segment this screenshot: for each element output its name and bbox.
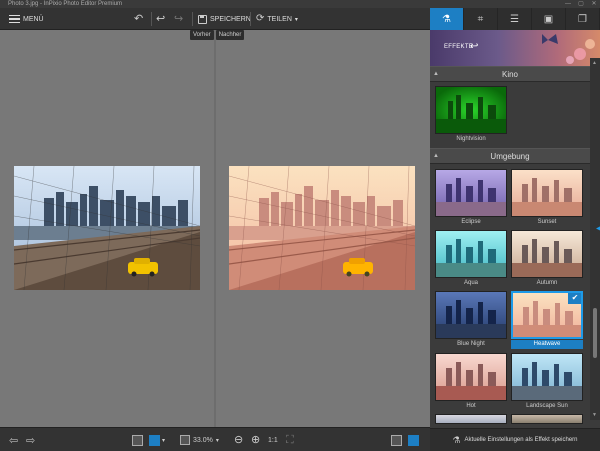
- zoom-in-button[interactable]: ⊕: [251, 428, 260, 451]
- section-kino[interactable]: ▲ Kino: [430, 66, 590, 82]
- minimize-button[interactable]: —: [564, 0, 572, 8]
- share-label: TEILEN: [267, 15, 292, 23]
- tab-adjust[interactable]: ☰: [498, 8, 532, 30]
- canvas-area[interactable]: Vorher Nachher: [0, 30, 430, 427]
- redo-icon: ↪: [174, 12, 184, 25]
- collapse-caret-icon: ▲: [433, 153, 439, 159]
- butterfly-icon: [542, 34, 595, 64]
- arrow-right-icon: ⇨: [26, 434, 36, 447]
- single-view-icon: [132, 434, 143, 446]
- effects-label: EFFEKTE: [444, 44, 474, 50]
- zoom-out-button[interactable]: ⊖: [234, 428, 243, 451]
- tab-effects[interactable]: ⚗: [430, 8, 464, 30]
- save-button[interactable]: SPEICHERN: [198, 8, 251, 30]
- collapse-caret-icon: ▲: [433, 71, 439, 77]
- bottom-toolbar: ⇦ ⇨ ▾ 33.0% ▾ ⊖ ⊕ 1:1 ⛶: [0, 427, 430, 451]
- checkmark-icon: ✔: [568, 293, 581, 304]
- prev-image-button[interactable]: ⇦: [9, 428, 18, 451]
- compare-view-button[interactable]: ▾: [149, 428, 165, 451]
- effects-reset-icon[interactable]: ↩: [470, 41, 478, 52]
- before-photo: [14, 166, 200, 290]
- compare-view-icon: [149, 434, 160, 446]
- zoom-in-icon: ⊕: [251, 433, 261, 446]
- flask-icon: ⚗: [442, 13, 451, 25]
- panel-single-button[interactable]: [391, 428, 402, 451]
- menu-button[interactable]: MENÜ: [9, 8, 44, 30]
- frame-icon: ▣: [543, 13, 554, 25]
- effect-hot[interactable]: Hot: [435, 353, 507, 413]
- close-button[interactable]: ✕: [590, 0, 598, 8]
- top-toolbar: MENÜ ↶ ↩ ↪ SPEICHERN ⟳ TEILEN ▾: [0, 8, 430, 30]
- next-image-button[interactable]: ⇨: [26, 428, 35, 451]
- save-effect-label: Aktuelle Einstellungen als Effekt speich…: [464, 437, 578, 443]
- compare-divider[interactable]: [214, 30, 216, 427]
- undo-icon: ↩: [156, 12, 166, 25]
- effects-banner: EFFEKTE ↩: [430, 30, 600, 66]
- window-title: Photo 3.jpg - InPixio Photo Editor Premi…: [8, 1, 123, 7]
- zoom-dropdown[interactable]: 33.0% ▾: [180, 428, 219, 451]
- effect-label: Nightvision: [456, 136, 486, 142]
- tab-crop[interactable]: ⌗: [464, 8, 498, 30]
- effect-autumn[interactable]: Autumn: [511, 230, 583, 290]
- effect-sunset[interactable]: Sunset: [511, 169, 583, 229]
- share-caret-icon: ▾: [294, 16, 298, 23]
- after-label: Nachher: [215, 30, 245, 40]
- share-icon: ⟳: [256, 13, 265, 24]
- tab-frames[interactable]: ▣: [532, 8, 566, 30]
- arrow-left-icon: ⇦: [9, 434, 19, 447]
- actual-size-button[interactable]: 1:1: [268, 428, 278, 451]
- save-effect-button[interactable]: ⚗ Aktuelle Einstellungen als Effekt spei…: [430, 428, 600, 451]
- section-umgebung[interactable]: ▲ Umgebung: [430, 148, 590, 164]
- zoom-out-icon: ⊖: [234, 433, 244, 446]
- panel-expander-icon[interactable]: ◀: [596, 225, 600, 232]
- panel-split-icon: [408, 434, 419, 446]
- crop-icon: ⌗: [477, 13, 484, 25]
- share-button[interactable]: ⟳ TEILEN ▾: [256, 8, 298, 30]
- effect-partial-thumb[interactable]: [511, 414, 583, 424]
- before-label: Vorher: [190, 30, 214, 40]
- effect-aqua[interactable]: Aqua: [435, 230, 507, 290]
- zoom-value: 33.0%: [193, 436, 213, 444]
- layers-icon: ❐: [578, 13, 587, 25]
- effect-nightvision[interactable]: Nightvision: [435, 86, 507, 146]
- zoom-frame-icon: [180, 435, 190, 445]
- menu-label: MENÜ: [23, 15, 44, 23]
- effects-panel: ⚗ ⌗ ☰ ▣ ❐ EFFEKTE ↩ ▲ Kino Nightvision ▲…: [430, 8, 600, 451]
- after-photo: [229, 166, 415, 290]
- effect-partial-thumb[interactable]: [435, 414, 507, 424]
- hamburger-icon: [9, 14, 20, 24]
- zoom-caret-icon: ▾: [215, 437, 219, 444]
- app-window: Photo 3.jpg - InPixio Photo Editor Premi…: [0, 0, 600, 451]
- save-icon: [198, 14, 207, 24]
- single-view-button[interactable]: [132, 428, 143, 451]
- effect-heatwave[interactable]: ✔ Heatwave: [511, 291, 583, 351]
- scroll-down-icon[interactable]: ▼: [592, 412, 597, 418]
- flask-icon: ⚗: [452, 434, 461, 445]
- compare-caret-icon: ▾: [162, 437, 166, 444]
- redo-button[interactable]: ↪: [174, 8, 183, 30]
- fit-screen-button[interactable]: ⛶: [286, 428, 294, 451]
- panel-split-button[interactable]: [408, 428, 419, 451]
- title-bar: Photo 3.jpg - InPixio Photo Editor Premi…: [0, 0, 600, 8]
- effect-eclipse[interactable]: Eclipse: [435, 169, 507, 229]
- fit-screen-icon: ⛶: [286, 433, 294, 446]
- effects-scrollbar[interactable]: ▲ ▼: [590, 58, 600, 420]
- save-label: SPEICHERN: [210, 15, 251, 23]
- maximize-button[interactable]: ▢: [577, 0, 585, 8]
- scroll-thumb[interactable]: [593, 308, 597, 358]
- effect-landscape-sun[interactable]: Landscape Sun: [511, 353, 583, 413]
- panel-single-icon: [391, 434, 402, 446]
- reset-button[interactable]: ↶: [134, 8, 143, 30]
- undo-button[interactable]: ↩: [156, 8, 165, 30]
- reset-icon: ↶: [134, 12, 144, 25]
- sliders-icon: ☰: [510, 13, 519, 25]
- tab-layers[interactable]: ❐: [566, 8, 600, 30]
- effect-blue-night[interactable]: Blue Night: [435, 291, 507, 351]
- panel-tabs: ⚗ ⌗ ☰ ▣ ❐: [430, 8, 600, 30]
- scroll-up-icon[interactable]: ▲: [592, 60, 597, 66]
- actual-size-label: 1:1: [268, 436, 278, 444]
